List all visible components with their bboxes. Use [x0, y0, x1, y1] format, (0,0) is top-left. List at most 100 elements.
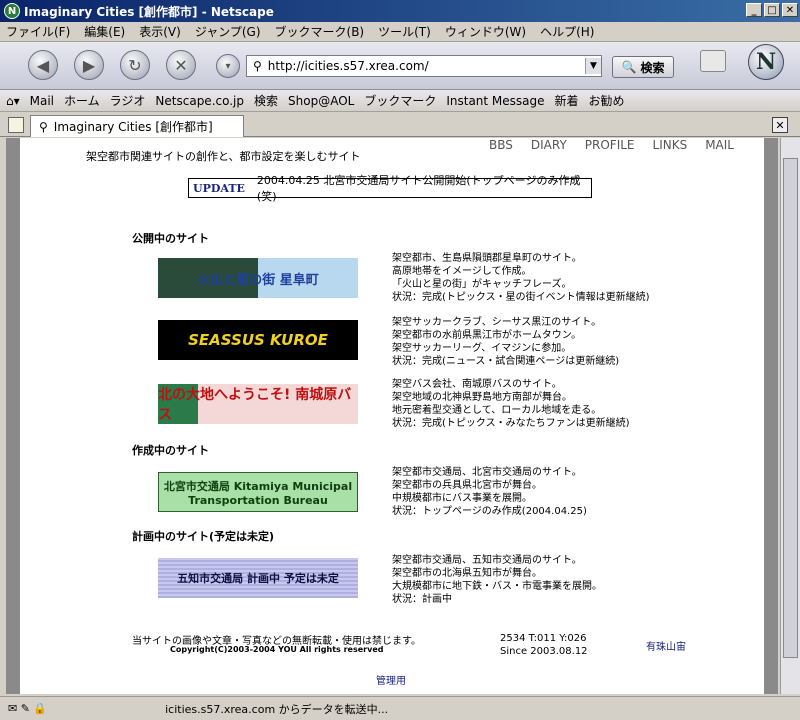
vertical-scrollbar[interactable] — [780, 138, 800, 694]
search-button[interactable]: 🔍 検索 — [612, 56, 674, 78]
menu-window[interactable]: ウィンドウ(W) — [445, 23, 526, 40]
desc-line: 架空地域の北神県野島地方南部が舞台。 — [392, 392, 572, 403]
reload-button[interactable]: ↻ — [120, 50, 150, 80]
stop-button[interactable]: ✕ — [166, 50, 196, 80]
new-tab-icon[interactable] — [8, 117, 24, 133]
navigation-toolbar: ◀ ▶ ↻ ✕ ▾ ⚲ http://icities.s57.xrea.com/… — [0, 42, 800, 90]
desc-line: 状況：完成(トピックス・みなたちファンは更新継続) — [392, 418, 630, 429]
bookmark-netscape[interactable]: Netscape.co.jp — [155, 94, 244, 108]
update-label: UPDATE — [193, 181, 245, 195]
banner-minamijobara-bus[interactable]: 北の大地へようこそ! 南城原バス — [158, 384, 358, 424]
tab-bar: ⚲ Imaginary Cities [創作都市] ✕ — [0, 113, 800, 137]
menu-file[interactable]: ファイル(F) — [6, 23, 70, 40]
banner-bus-text: 北の大地へようこそ! 南城原バス — [158, 387, 352, 423]
site-desc-bus: 架空バス会社、南城原バスのサイト。 架空地域の北神県野島地方南部が舞台。 地元密… — [392, 378, 630, 430]
menu-view[interactable]: 表示(V) — [139, 23, 181, 40]
maximize-button[interactable]: □ — [764, 3, 780, 17]
close-window-button[interactable]: ✕ — [782, 3, 798, 17]
bookmark-home[interactable]: ホーム — [64, 92, 100, 109]
desc-line: 状況：完成(トピックス・星の街イベント情報は更新継続) — [392, 292, 650, 303]
section-heading-planned: 計画中のサイト(予定は未定) — [132, 530, 275, 543]
desc-line: 状況：完成(ニュース・試合関連ページは更新継続) — [392, 356, 620, 367]
menu-bar: ファイル(F) 編集(E) 表示(V) ジャンプ(G) ブックマーク(B) ツー… — [0, 22, 800, 42]
desc-line: 状況：計画中 — [392, 594, 452, 605]
menu-go[interactable]: ジャンプ(G) — [195, 23, 261, 40]
footer-counter: 2534 T:011 Y:026 Since 2003.08.12 — [500, 632, 588, 658]
bookmark-mail[interactable]: Mail — [30, 94, 54, 108]
forward-button[interactable]: ▶ — [74, 50, 104, 80]
menu-bookmarks[interactable]: ブックマーク(B) — [275, 23, 365, 40]
desc-line: 地元密着型交通として、ローカル地域を走る。 — [392, 405, 602, 416]
scrollbar-thumb[interactable] — [783, 158, 798, 658]
site-subtitle: 架空都市関連サイトの創作と、都市設定を楽しむサイト — [86, 150, 361, 163]
desc-line: 「火山と星の街」がキャッチフレーズ。 — [392, 279, 572, 290]
minimize-button[interactable]: _ — [746, 3, 762, 17]
desc-line: 架空都市の北海県五知市が舞台。 — [392, 568, 542, 579]
tab-label: Imaginary Cities [創作都市] — [53, 120, 213, 134]
menu-tools[interactable]: ツール(T) — [378, 23, 431, 40]
window-title: Imaginary Cities [創作都市] - Netscape — [24, 4, 274, 19]
desc-line: 架空サッカーリーグ、イマジンに参加。 — [392, 343, 572, 354]
print-icon[interactable] — [700, 50, 726, 72]
bookmark-instant-message[interactable]: Instant Message — [446, 94, 544, 108]
page-proxy-icon: ⚲ — [253, 59, 262, 73]
bookmarks-toolbar: ⌂▾ Mail ホーム ラジオ Netscape.co.jp 検索 Shop@A… — [0, 90, 800, 112]
desc-line: 中規模都市にバス事業を展開。 — [392, 493, 532, 504]
update-text: 2004.04.25 北宮市交通局サイト公開開始(トップページのみ作成(笑) — [256, 174, 581, 203]
history-dropdown-button[interactable]: ▾ — [216, 54, 240, 78]
banner-kitamiya[interactable]: 北宮市交通局 Kitamiya Municipal Transportation… — [158, 472, 358, 512]
desc-line: 架空都市交通局、五知市交通局のサイト。 — [392, 555, 582, 566]
section-heading-wip: 作成中のサイト — [132, 444, 209, 457]
since-date: Since 2003.08.12 — [500, 646, 588, 657]
banner-gochi-text: 五知市交通局 計画中 予定は未定 — [177, 572, 339, 585]
netscape-app-icon: N — [4, 3, 20, 19]
desc-line: 架空都市、生島県隕頭郡星阜町のサイト。 — [392, 253, 582, 264]
search-button-label: 検索 — [640, 60, 665, 75]
section-heading-public: 公開中のサイト — [132, 232, 209, 245]
nav-diary[interactable]: DIARY — [531, 138, 567, 152]
url-dropdown-icon[interactable]: ▼ — [585, 58, 601, 74]
bookmark-radio[interactable]: ラジオ — [110, 92, 146, 109]
bookmark-search[interactable]: 検索 — [254, 92, 278, 109]
desc-line: 状況：トップページのみ作成(2004.04.25) — [392, 506, 587, 517]
desc-line: 架空都市の兵具県北宮市が舞台。 — [392, 480, 542, 491]
site-desc-seifucho: 架空都市、生島県隕頭郡星阜町のサイト。 高原地帯をイメージして作成。 「火山と星… — [392, 252, 650, 304]
bookmark-new[interactable]: 新着 — [555, 92, 579, 109]
bookmark-recommend[interactable]: お勧め — [589, 92, 625, 109]
footer-link[interactable]: 有珠山宙 — [646, 638, 686, 653]
bookmark-shop-aol[interactable]: Shop@AOL — [288, 94, 354, 108]
admin-link[interactable]: 管理用 — [376, 672, 406, 687]
menu-edit[interactable]: 編集(E) — [84, 23, 125, 40]
banner-kitamiya-text: 北宮市交通局 Kitamiya Municipal Transportation… — [163, 479, 353, 507]
status-bar: ✉ ✎ 🔒 icities.s57.xrea.com からデータを転送中... — [0, 696, 800, 720]
nav-bbs[interactable]: BBS — [489, 138, 513, 152]
banner-seifucho-text: 火山と星の街 星阜町 — [197, 272, 319, 288]
nav-mail[interactable]: MAIL — [705, 138, 734, 152]
desc-line: 架空サッカークラブ、シーサス黒江のサイト。 — [392, 317, 602, 328]
nav-profile[interactable]: PROFILE — [585, 138, 635, 152]
banner-seassus[interactable]: SEASSUS KUROE — [158, 320, 358, 360]
nav-links[interactable]: LINKS — [653, 138, 688, 152]
status-text: icities.s57.xrea.com からデータを転送中... — [165, 702, 389, 716]
close-tab-button[interactable]: ✕ — [772, 117, 788, 133]
tab-imaginary-cities[interactable]: ⚲ Imaginary Cities [創作都市] — [30, 115, 244, 137]
home-tab-icon[interactable]: ⌂▾ — [6, 94, 20, 108]
banner-seifucho[interactable]: 火山と星の街 星阜町 — [158, 258, 358, 298]
bookmark-bookmarks[interactable]: ブックマーク — [364, 92, 436, 109]
access-counter: 2534 T:011 Y:026 — [500, 633, 587, 644]
desc-line: 架空都市の水前県黒江市がホームタウン。 — [392, 330, 582, 341]
window-titlebar: N Imaginary Cities [創作都市] - Netscape _ □… — [0, 0, 800, 22]
back-button[interactable]: ◀ — [28, 50, 58, 80]
desc-line: 架空バス会社、南城原バスのサイト。 — [392, 379, 562, 390]
desc-line: 高原地帯をイメージして作成。 — [392, 266, 532, 277]
url-field[interactable]: ⚲ http://icities.s57.xrea.com/ ▼ — [246, 55, 602, 77]
page-icon: ⚲ — [39, 119, 48, 134]
desc-line: 大規模都市に地下鉄・バス・市電事業を展開。 — [392, 581, 602, 592]
status-icons: ✉ ✎ 🔒 — [8, 702, 48, 715]
url-text: http://icities.s57.xrea.com/ — [267, 59, 429, 73]
page-content: BBS DIARY PROFILE LINKS MAIL 架空都市関連サイトの創… — [6, 138, 778, 694]
banner-gochi[interactable]: 五知市交通局 計画中 予定は未定 — [158, 558, 358, 598]
menu-help[interactable]: ヘルプ(H) — [540, 23, 594, 40]
netscape-throbber-logo[interactable]: N — [748, 44, 784, 80]
site-desc-kitamiya: 架空都市交通局、北宮市交通局のサイト。 架空都市の兵具県北宮市が舞台。 中規模都… — [392, 466, 587, 518]
